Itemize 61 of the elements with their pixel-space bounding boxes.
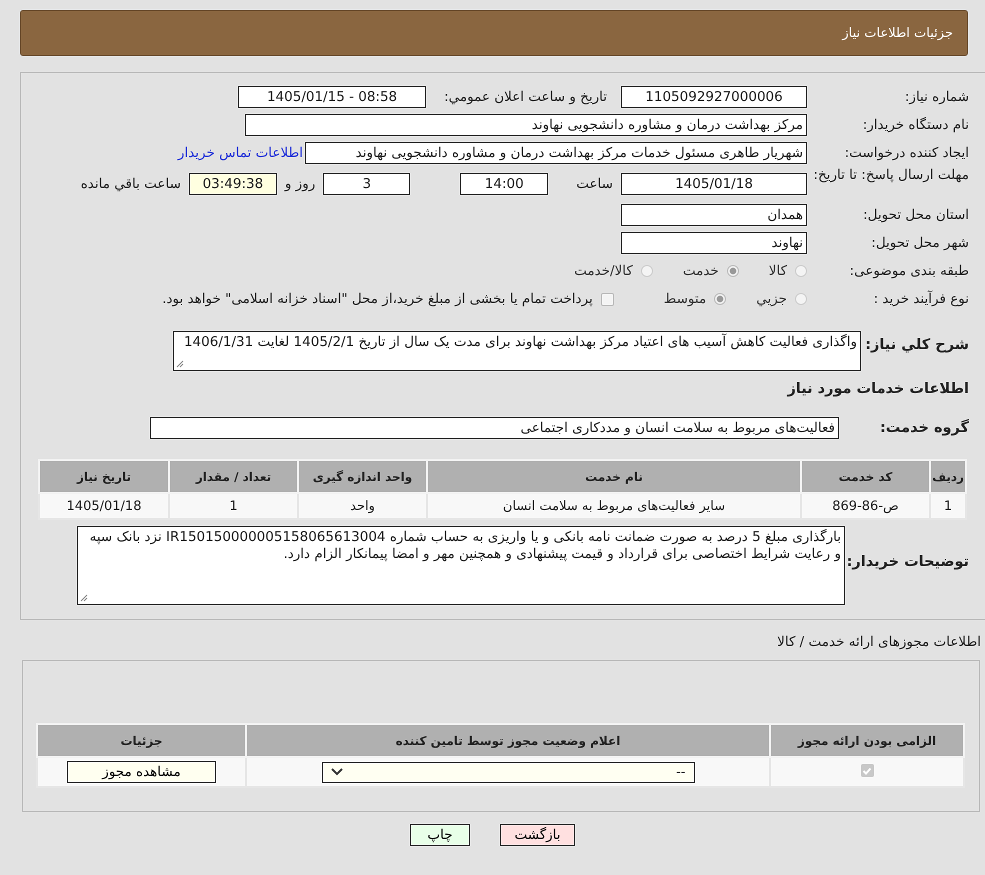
resize-grip-icon[interactable] <box>176 360 184 368</box>
province-field[interactable]: همدان <box>621 204 807 226</box>
payment-label: پرداخت تمام یا بخشی از مبلغ خرید،از محل "اسناد خزانه اسلامی" خواهد بود. <box>162 291 593 307</box>
table-cell: 1405/01/18 <box>39 493 169 519</box>
table-cell: ص-86-869 <box>801 493 930 519</box>
column-header: نام خدمت <box>427 460 801 493</box>
process-radio[interactable]: متوسط <box>664 291 726 307</box>
field-label: توضیحات خریدار: <box>846 553 969 570</box>
field-label: نوع فرآیند خرید : <box>872 291 969 307</box>
field-label: ایجاد کننده درخواست: <box>844 145 969 161</box>
summary-textarea[interactable]: واگذاری فعالیت کاهش آسیب های اعتیاد مرکز بهداشت نهاوند برای مدت یک سال از تاریخ 1405/2/1 لغایت 1406/1/31 <box>173 331 861 371</box>
column-header: تعداد / مقدار <box>169 460 298 493</box>
days-label: روز و <box>284 176 316 192</box>
back-button[interactable]: بازگشت <box>500 824 575 846</box>
deadline-time-field[interactable]: 14:00 <box>460 173 548 195</box>
page-title: جزئیات اطلاعات نیاز <box>842 26 953 40</box>
resize-grip-icon[interactable] <box>80 594 88 602</box>
print-button[interactable]: چاپ <box>410 824 470 846</box>
table-cell: واحد <box>298 493 427 519</box>
buyer-org-field[interactable]: مرکز بهداشت درمان و مشاوره دانشجویی نهاوند <box>245 114 807 136</box>
table-cell: 1 <box>169 493 298 519</box>
field-label: شرح كلي نياز: <box>864 336 969 353</box>
table-cell: 1 <box>930 493 966 519</box>
field-label: طبقه بندی موضوعی: <box>848 263 969 279</box>
field-label: شماره نیاز: <box>904 89 969 105</box>
field-label: مهلت ارسال پاسخ: تا تاریخ: <box>812 167 969 184</box>
view-permit-button[interactable]: مشاهده مجوز <box>67 761 216 783</box>
remaining-label: ساعت باقي مانده <box>80 176 181 192</box>
column-header: ردیف <box>930 460 966 493</box>
field-label: شهر محل تحویل: <box>870 235 969 251</box>
payment-checkbox[interactable] <box>600 292 614 306</box>
requester-field[interactable]: شهریار طاهری مسئول خدمات مرکز بهداشت درمان و مشاوره دانشجویی نهاوند <box>305 142 807 164</box>
column-header: جزئیات <box>37 724 246 757</box>
category-radio[interactable]: کالا/خدمت <box>574 263 653 279</box>
field-label: تاریخ و ساعت اعلان عمومي: <box>444 89 607 105</box>
section-title: اطلاعات خدمات مورد نياز <box>786 381 969 399</box>
caret-icon <box>330 768 342 776</box>
column-header: اعلام وضعیت مجوز توسط تامین کننده <box>246 724 770 757</box>
process-radio[interactable]: جزیي <box>756 291 807 307</box>
section-title: اطلاعات مجوزهای ارائه خدمت / کالا <box>776 634 982 652</box>
column-header: الزامی بودن ارائه مجوز <box>770 724 964 757</box>
city-field[interactable]: نهاوند <box>621 232 807 254</box>
announce-date-field[interactable]: 1405/01/15 - 08:58 <box>238 86 426 108</box>
buyer-contact-link[interactable]: اطلاعات تماس خریدار <box>178 145 303 161</box>
category-radio[interactable]: کالا <box>768 263 807 279</box>
deadline-date-field[interactable]: 1405/01/18 <box>621 173 807 195</box>
buyer-notes-textarea[interactable]: بارگذاری مبلغ 5 درصد به صورت ضمانت نامه بانکی و یا واریزی به حساب شماره IR150150000005158065613004 نزد بانک سپه و رعایت شرایط اختصاصی برای قرارداد و قیمت پیشنهادی و همچنین مهر و امضا پیمانکار الزام دارد. <box>77 526 845 605</box>
days-field[interactable]: 3 <box>323 173 410 195</box>
field-label: گروه خدمت: <box>878 420 969 436</box>
column-header: واحد اندازه گیری <box>298 460 427 493</box>
field-label: نام دستگاه خریدار: <box>862 117 969 133</box>
service-group-field[interactable]: فعالیت‌های مربوط به سلامت انسان و مددکاری اجتماعی <box>150 417 839 439</box>
status-dropdown[interactable]: -- <box>322 762 694 782</box>
remaining-time-field[interactable]: 03:49:38 <box>188 173 277 195</box>
table-cell: سایر فعالیت‌های مربوط به سلامت انسان <box>427 493 801 519</box>
column-header: کد خدمت <box>801 460 930 493</box>
need-number-field[interactable]: 1105092927000006 <box>621 86 807 108</box>
category-radio[interactable]: خدمت <box>682 263 739 279</box>
column-header: تاریخ نیاز <box>39 460 169 493</box>
field-label: استان محل تحویل: <box>862 207 969 223</box>
time-label: ساعت <box>576 176 613 192</box>
